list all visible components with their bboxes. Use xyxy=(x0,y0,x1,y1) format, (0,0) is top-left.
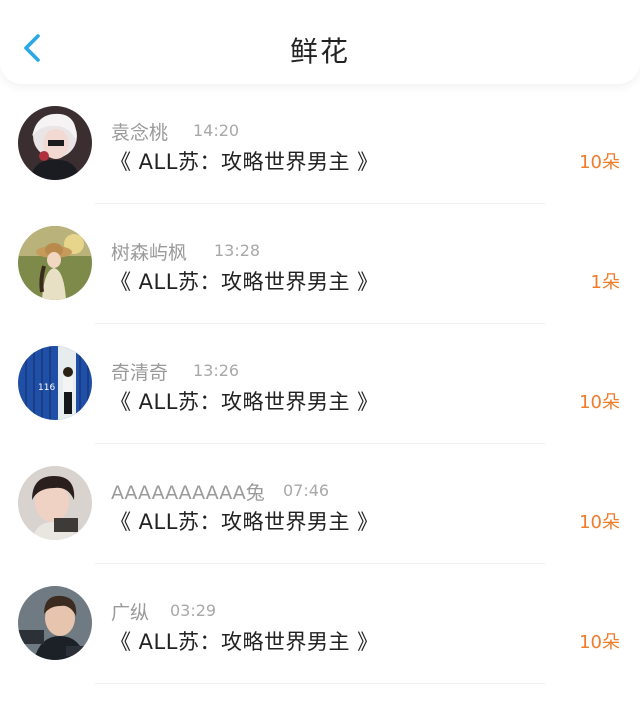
timestamp: 14:20 xyxy=(193,121,240,140)
user-name: 奇清奇 xyxy=(111,362,169,384)
flower-count: 1朵 xyxy=(590,272,620,293)
list-item[interactable]: 树森屿枫 13:28 《 ALL苏：攻略世界男主 》 1朵 xyxy=(0,204,640,324)
timestamp: 07:46 xyxy=(283,481,330,500)
avatar[interactable] xyxy=(18,106,92,180)
book-title[interactable]: 《 ALL苏：攻略世界男主 》 xyxy=(110,266,379,296)
book-title[interactable]: 《 ALL苏：攻略世界男主 》 xyxy=(110,146,379,176)
avatar[interactable] xyxy=(18,466,92,540)
svg-text:116: 116 xyxy=(38,383,55,393)
flower-count: 10朵 xyxy=(579,632,620,653)
flower-count: 10朵 xyxy=(579,152,620,173)
avatar[interactable]: 116 xyxy=(18,346,92,420)
avatar[interactable] xyxy=(18,226,92,300)
flower-count: 10朵 xyxy=(579,392,620,413)
timestamp: 13:26 xyxy=(193,361,240,380)
timestamp: 13:28 xyxy=(214,241,261,260)
user-name: 袁念桃 xyxy=(111,122,169,144)
divider xyxy=(95,683,545,684)
list-item[interactable]: 广纵 03:29 《 ALL苏：攻略世界男主 》 10朵 xyxy=(0,564,640,684)
flower-count: 10朵 xyxy=(579,512,620,533)
book-title[interactable]: 《 ALL苏：攻略世界男主 》 xyxy=(110,626,379,656)
book-title[interactable]: 《 ALL苏：攻略世界男主 》 xyxy=(110,386,379,416)
list-item[interactable]: AAAAAAAAAA兔 07:46 《 ALL苏：攻略世界男主 》 10朵 xyxy=(0,444,640,564)
user-name: 树森屿枫 xyxy=(111,242,188,264)
book-title[interactable]: 《 ALL苏：攻略世界男主 》 xyxy=(110,506,379,536)
flower-list: 袁念桃 14:20 《 ALL苏：攻略世界男主 》 10朵 树森屿枫 13:28… xyxy=(0,84,640,684)
list-item[interactable]: 116 奇清奇 13:26 《 ALL苏：攻略世界男主 》 10朵 xyxy=(0,324,640,444)
user-name: 广纵 xyxy=(111,602,150,624)
list-item[interactable]: 袁念桃 14:20 《 ALL苏：攻略世界男主 》 10朵 xyxy=(0,84,640,204)
timestamp: 03:29 xyxy=(170,601,217,620)
page-title: 鲜花 xyxy=(289,35,350,68)
top-bar: 鲜花 xyxy=(0,0,640,84)
avatar[interactable] xyxy=(18,586,92,660)
user-name: AAAAAAAAAA兔 xyxy=(111,482,265,504)
